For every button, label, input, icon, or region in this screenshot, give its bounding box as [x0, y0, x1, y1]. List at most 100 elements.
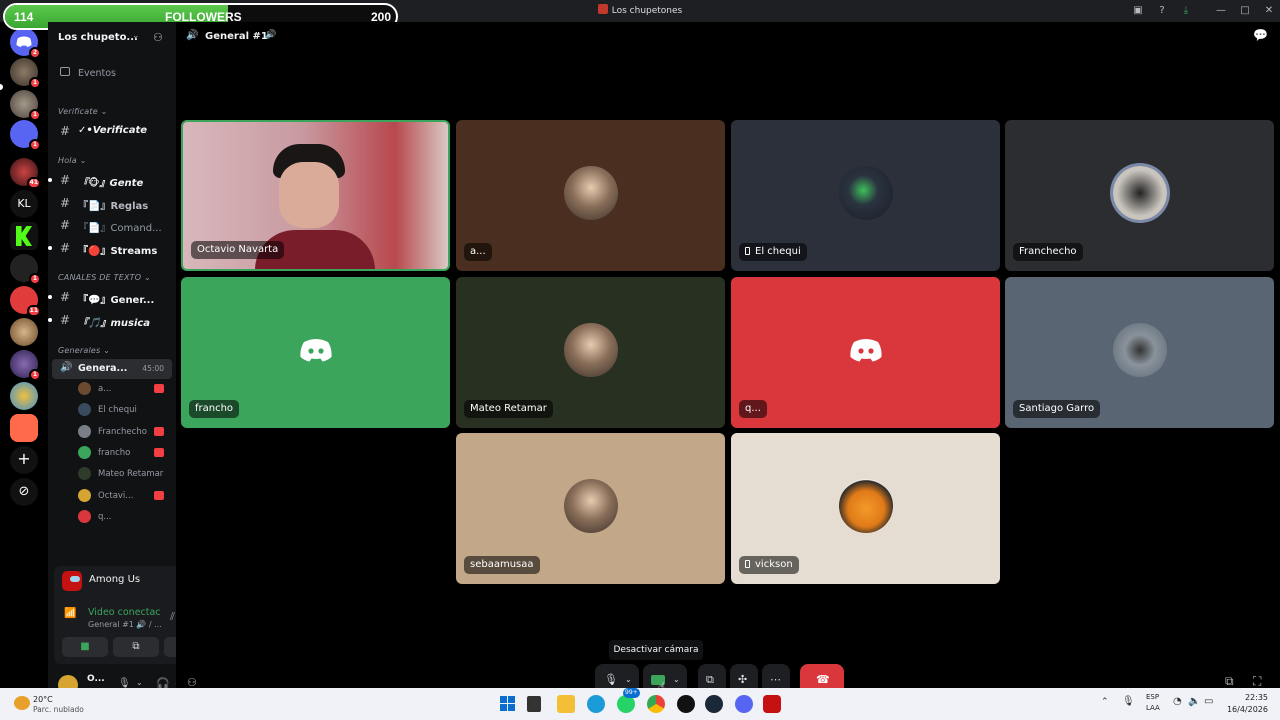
battery-icon[interactable]: ▭ [1204, 696, 1213, 707]
maximize-icon[interactable]: □ [1238, 4, 1252, 18]
camera-button[interactable]: ■ [62, 637, 108, 657]
github-icon[interactable] [677, 695, 695, 713]
server-icon-8[interactable]: 1 [10, 350, 41, 381]
channel-reglas[interactable]: # 『📄』Reglas [48, 193, 176, 213]
windows-start-icon[interactable] [499, 695, 517, 713]
wifi-icon[interactable]: ◔ [1173, 696, 1182, 707]
participant-tile[interactable]: francho [181, 277, 450, 428]
edge-browser-icon[interactable] [587, 695, 605, 713]
participant-tile[interactable]: Santiago Garro [1005, 277, 1274, 428]
channel-verificate[interactable]: # ✓•Verificate [48, 121, 176, 141]
category-canales-texto[interactable]: CANALES DE TEXTO ⌄ [58, 273, 151, 282]
participant-tile[interactable]: q... [731, 277, 1000, 428]
chevron-up-icon[interactable]: ⌃ [1101, 697, 1109, 707]
speaker-icon: 🔊 [60, 362, 73, 373]
voice-user[interactable]: Franchecho [78, 423, 174, 441]
task-view-icon[interactable] [527, 696, 541, 712]
microphone-icon[interactable]: 🎙 [1122, 696, 1135, 707]
server-icon-kick[interactable] [10, 222, 38, 250]
temperature: 20°C [33, 695, 53, 704]
participant-tile[interactable]: Franchecho [1005, 120, 1274, 271]
voice-user[interactable]: q... [78, 508, 174, 526]
voice-user[interactable]: Mateo Retamar [78, 465, 174, 483]
pop-out-icon[interactable]: ⧉ [1225, 674, 1234, 689]
voice-user[interactable]: francho [78, 444, 174, 462]
participant-tile[interactable]: Octavio Navarta [181, 120, 450, 271]
server-icon-6[interactable]: 11 [10, 286, 41, 317]
participant-tile[interactable]: vickson [731, 433, 1000, 584]
voice-channel-general[interactable]: 🔊 Genera... 45:00 [52, 359, 172, 379]
channel-gente[interactable]: # 『🐵』Gente [48, 170, 176, 190]
minimize-icon[interactable]: — [1214, 4, 1228, 18]
server-icon-10[interactable] [10, 414, 38, 442]
file-explorer-icon[interactable] [557, 695, 575, 713]
category-hola[interactable]: Hola ⌄ [58, 156, 87, 165]
direct-messages-icon[interactable]: 2 [10, 28, 41, 59]
clock[interactable]: 22:35 16/4/2026 [1227, 692, 1268, 716]
participant-name: a... [470, 246, 486, 257]
volume-icon[interactable]: 🔈 [1188, 696, 1200, 707]
server-icon-5[interactable]: 1 [10, 254, 41, 285]
voice-user[interactable]: a... [78, 380, 174, 398]
whatsapp-icon[interactable]: 99+ [617, 688, 640, 713]
category-verificate[interactable]: Verificate ⌄ [58, 107, 108, 116]
voice-user[interactable]: Octavi... [78, 487, 174, 505]
server-icon-3[interactable]: 1 [10, 120, 41, 151]
server-icon-1[interactable]: 1 [10, 58, 41, 89]
channel-musica[interactable]: # 『🎵』musica [48, 310, 176, 330]
participant-tile[interactable]: a... [456, 120, 725, 271]
mention-badge: 1 [29, 273, 41, 285]
live-video-icon [154, 384, 164, 393]
fullscreen-icon[interactable]: ⛶ [1253, 674, 1261, 689]
channel-sidebar: Los chupeto... ⌄ ⚇ Eventos Verificate ⌄ … [48, 22, 218, 695]
participant-tile[interactable]: sebaamusaa [456, 433, 725, 584]
voice-user[interactable]: El chequi [78, 401, 174, 419]
among-us-taskbar-icon[interactable] [763, 695, 781, 713]
participant-name-tag: vickson [739, 556, 799, 574]
avatar [78, 509, 91, 523]
server-icon-7[interactable] [10, 318, 38, 346]
close-icon[interactable]: ✕ [1262, 4, 1276, 18]
share-screen-button[interactable]: ⧉ [113, 637, 159, 657]
server-icon-9[interactable] [10, 382, 38, 410]
participant-tile[interactable]: El chequi [731, 120, 1000, 271]
discord-logo-icon [849, 338, 883, 364]
chevron-down-icon: ⌄ [132, 31, 140, 41]
channel-comandos[interactable]: # 『📄』Comand... [48, 215, 176, 235]
calendar-icon [60, 67, 70, 76]
noise-suppression-icon[interactable]: ⫽ [170, 610, 175, 624]
chevron-down-icon[interactable]: ⌄ [136, 678, 143, 687]
add-server-icon[interactable]: + [10, 446, 38, 474]
server-icon-2[interactable]: 1 [10, 90, 41, 121]
server-icon-4[interactable]: 41 [10, 158, 41, 189]
add-member-icon[interactable]: ⚇ [153, 31, 163, 44]
participant-name-tag: a... [464, 243, 492, 261]
participant-name: Franchecho [1019, 246, 1077, 257]
category-generales[interactable]: Generales ⌄ [58, 346, 110, 355]
discord-taskbar-icon[interactable] [735, 695, 753, 713]
events-item[interactable]: Eventos [48, 63, 176, 83]
discover-icon[interactable]: ⊘ [10, 478, 38, 506]
events-label: Eventos [78, 68, 116, 79]
language-code[interactable]: ESP [1146, 693, 1159, 701]
download-icon[interactable]: ⤓ [1179, 4, 1193, 18]
voice-timer: 45:00 [142, 364, 164, 373]
server-icon-kl[interactable]: KL [10, 190, 38, 218]
channel-streams[interactable]: # 『🔴』Streams [48, 238, 176, 258]
server-header[interactable]: Los chupeto... ⌄ ⚇ [48, 26, 176, 50]
screen-share-icon[interactable]: ▣ [1131, 4, 1145, 18]
stage-channel-title: General #1 [205, 31, 268, 42]
speaker-icon: 🔊 [186, 30, 199, 41]
participant-tile[interactable]: Mateo Retamar [456, 277, 725, 428]
followers-current: 114 [14, 10, 34, 24]
steam-icon[interactable] [705, 695, 723, 713]
channel-general-text[interactable]: # 『💬』Gener... [48, 287, 176, 307]
connected-channel[interactable]: General #1 🔊 / ... [88, 620, 162, 629]
chrome-icon[interactable] [647, 695, 665, 713]
participant-name-tag: q... [739, 400, 767, 418]
chat-bubble-icon[interactable]: 💬 [1253, 28, 1268, 42]
window-title-text: Los chupetones [611, 6, 683, 16]
speaker-icon: 🔊 [265, 30, 277, 40]
help-icon[interactable]: ? [1155, 4, 1169, 18]
participant-name-tag: sebaamusaa [464, 556, 540, 574]
